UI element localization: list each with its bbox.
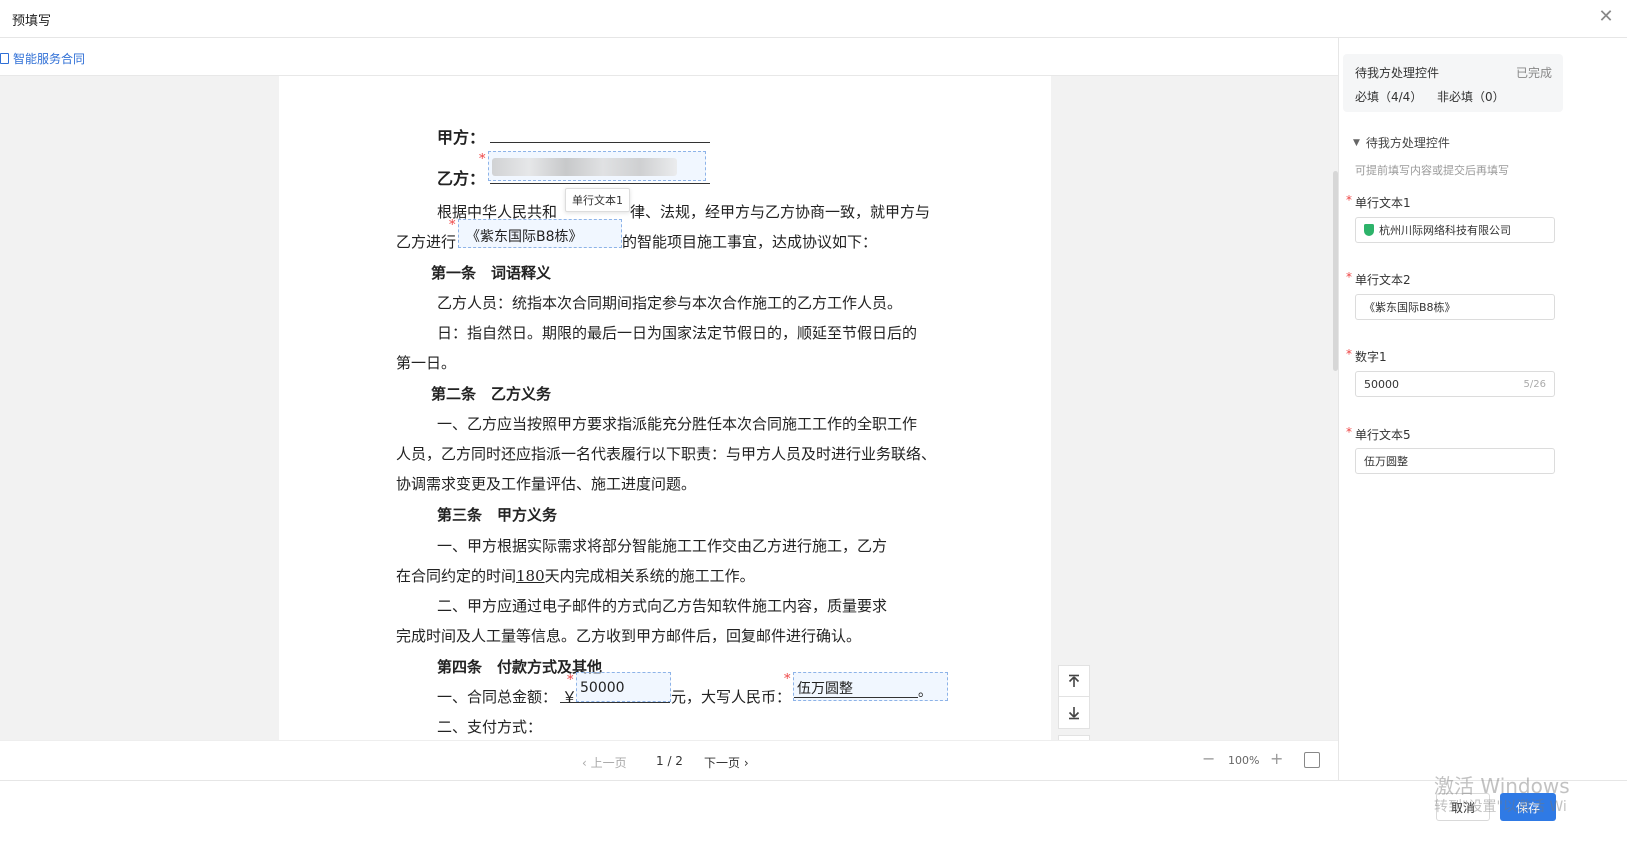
zoom-in-icon[interactable]: + <box>1270 749 1283 768</box>
scroll-top-icon[interactable] <box>1058 665 1090 697</box>
field-label: 单行文本2 <box>1355 273 1411 287</box>
article4-amount-words-label: 元，大写人民币： <box>671 688 792 706</box>
article3-line1: 一、甲方根据实际需求将部分智能施工工作交由乙方进行施工，乙方 <box>437 537 888 555</box>
article2-heading: 第二条 乙方义务 <box>431 385 552 403</box>
pager: ‹ 上一页 1 / 2 下一页 › − 100% + <box>0 740 1338 780</box>
breadcrumb[interactable]: 智能服务合同 <box>0 48 85 68</box>
breadcrumb-label[interactable]: 智能服务合同 <box>13 50 85 67</box>
amount-field[interactable]: 50000 <box>576 672 671 702</box>
article2-line2: 人员，乙方同时还应指派一名代表履行以下职责：与甲方人员及时进行业务联络、 <box>396 445 937 463</box>
status-badge: 已完成 <box>1516 66 1553 80</box>
field-label-number1: * 数字1 <box>1346 347 1387 365</box>
para1-end: 律、法规，经甲方与乙方协商一致，就甲方与 <box>630 203 931 221</box>
article3-line2-start: 在合同约定的时间 <box>396 567 517 585</box>
section-hint: 可提前填写内容或提交后再填写 <box>1355 164 1509 177</box>
party-b-field[interactable] <box>488 151 706 181</box>
article3-heading: 第三条 甲方义务 <box>437 506 558 524</box>
field-tooltip: 单行文本1 <box>565 188 630 212</box>
required-marker: * <box>1346 193 1352 207</box>
field-label-text5: * 单行文本5 <box>1346 425 1411 443</box>
field-label: 单行文本1 <box>1355 196 1411 210</box>
project-name-value: 《紫东国际B8栋》 <box>466 229 583 245</box>
prev-page-button[interactable]: ‹ 上一页 <box>582 754 627 771</box>
text2-value: 《紫东国际B8栋》 <box>1364 301 1456 314</box>
stamp-icon[interactable] <box>1304 752 1320 768</box>
article1-heading: 第一条 词语释义 <box>431 264 552 282</box>
required-marker: * <box>784 672 791 687</box>
number1-value: 50000 <box>1364 377 1399 391</box>
period-mark: 。 <box>918 684 932 700</box>
zoom-out-icon[interactable]: − <box>1202 749 1215 768</box>
amount-words-field[interactable]: 伍万圆整 。 <box>793 672 948 701</box>
required-marker: * <box>1346 347 1352 361</box>
caret-down-icon: ▼ <box>1353 137 1360 148</box>
required-count[interactable]: 必填（4/4） <box>1355 88 1422 105</box>
para2-end: 的智能项目施工事宜，达成协议如下： <box>622 233 878 251</box>
article3-days: 180 <box>516 567 545 585</box>
redacted-company-name <box>492 158 677 176</box>
footer-bar: 取消 保存 <box>0 780 1627 857</box>
party-a-line <box>490 126 710 143</box>
article1-line1: 乙方人员：统指本次合同期间指定参与本次合作施工的乙方工作人员。 <box>437 294 903 312</box>
field-label: 单行文本5 <box>1355 428 1411 442</box>
document-page: 甲方： 乙方： * 单行文本1 根据中华人民共和 律、法规，经甲方与乙方协商一致… <box>279 76 1051 740</box>
char-counter: 5/26 <box>1523 378 1546 390</box>
close-icon[interactable]: ✕ <box>1595 6 1617 28</box>
para2-start: 乙方进行 <box>396 233 457 251</box>
field-label-text1: * 单行文本1 <box>1346 193 1411 211</box>
party-b-label: 乙方： <box>437 169 486 188</box>
article2-line1: 一、乙方应当按照甲方要求指派能充分胜任本次合同施工工作的全职工作 <box>437 415 918 433</box>
article3-line3: 二、甲方应通过电子邮件的方式向乙方告知软件施工内容，质量要求 <box>437 597 888 615</box>
section-header[interactable]: ▼ 待我方处理控件 <box>1353 134 1450 151</box>
required-marker: * <box>1346 270 1352 284</box>
optional-count[interactable]: 非必填（0） <box>1437 88 1505 105</box>
article2-line3: 协调需求变更及工作量评估、施工进度问题。 <box>396 475 697 493</box>
scroll-bottom-icon[interactable] <box>1058 697 1090 729</box>
summary-title: 待我方处理控件 <box>1355 66 1440 80</box>
window-titlebar: 预填写 ✕ <box>0 0 1627 38</box>
required-marker: * <box>479 152 486 167</box>
document-viewer[interactable]: 甲方： 乙方： * 单行文本1 根据中华人民共和 律、法规，经甲方与乙方协商一致… <box>0 75 1338 740</box>
field-label: 数字1 <box>1355 350 1387 364</box>
page-tools <box>1058 665 1090 740</box>
article1-line3: 第一日。 <box>396 354 457 372</box>
summary-card: 待我方处理控件 必填（4/4） 非必填（0） <box>1343 54 1563 112</box>
article3-line2: 在合同约定的时间180天内完成相关系统的施工工作。 <box>396 565 755 586</box>
article1-line2: 日：指自然日。期限的最后一日为国家法定节假日的，顺延至节假日后的 <box>437 324 918 342</box>
text1-input[interactable]: 杭州川际网络科技有限公司 <box>1355 217 1555 243</box>
next-page-button[interactable]: 下一页 › <box>704 754 749 771</box>
field-label-text2: * 单行文本2 <box>1346 270 1411 288</box>
required-marker: * <box>1346 425 1352 439</box>
article4-amount-label: 一、合同总金额： <box>437 688 558 706</box>
number1-input[interactable]: 50000 5/26 <box>1355 371 1555 397</box>
zoom-level: 100% <box>1228 754 1260 767</box>
document-pane: 智能服务合同 甲方： 乙方： * 单行文本1 根据中华人民共和 律、法规，经甲方… <box>0 38 1338 780</box>
verified-shield-icon <box>1364 224 1374 236</box>
windows-watermark-sub: 转到"设置"以激活 Wi <box>1434 799 1567 815</box>
article3-line2-end: 天内完成相关系统的施工工作。 <box>544 567 755 585</box>
amount-words-line <box>794 681 918 698</box>
windows-watermark: 激活 Windows <box>1434 774 1570 798</box>
text5-input[interactable]: 伍万圆整 <box>1355 448 1555 474</box>
section-title: 待我方处理控件 <box>1365 136 1450 150</box>
required-marker: * <box>567 673 574 688</box>
page-count: 1 / 2 <box>656 754 683 768</box>
window-title: 预填写 <box>12 14 52 29</box>
amount-value: 50000 <box>580 680 625 696</box>
party-a-label: 甲方： <box>437 128 486 147</box>
text5-value: 伍万圆整 <box>1364 455 1408 468</box>
text1-value: 杭州川际网络科技有限公司 <box>1379 224 1511 237</box>
required-marker: * <box>449 218 456 233</box>
document-icon <box>0 52 9 64</box>
article3-line4: 完成时间及人工量等信息。乙方收到甲方邮件后，回复邮件进行确认。 <box>396 627 862 645</box>
project-name-field[interactable]: 《紫东国际B8栋》 <box>458 219 622 248</box>
article4-line2: 二、支付方式： <box>437 718 543 736</box>
text2-input[interactable]: 《紫东国际B8栋》 <box>1355 294 1555 320</box>
controls-panel: 待我方处理控件 必填（4/4） 非必填（0） 已完成 ▼ 待我方处理控件 可提前… <box>1338 38 1627 780</box>
